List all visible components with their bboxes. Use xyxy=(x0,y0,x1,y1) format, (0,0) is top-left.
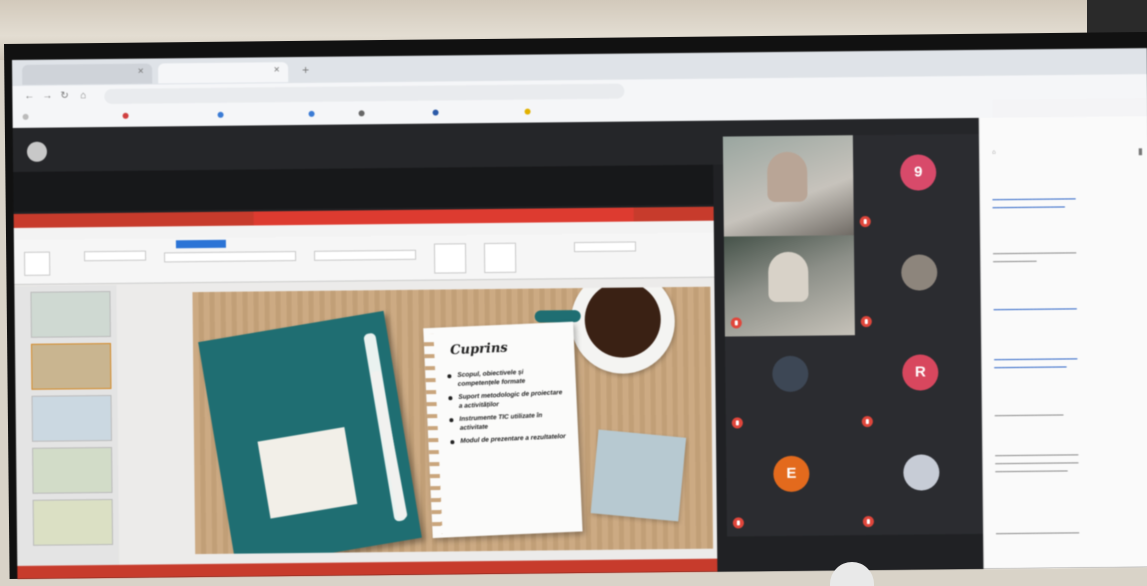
logo-icon xyxy=(26,141,48,162)
contents-item: Modul de prezentare a rezultatelor xyxy=(450,432,568,446)
bookmark-item[interactable] xyxy=(358,110,368,117)
bookmark-item[interactable] xyxy=(524,108,534,116)
chat-link[interactable]: ━━━━━━━━━━━━━━━━━━━━━━━ xyxy=(994,305,1144,315)
participant-tile[interactable] xyxy=(853,233,985,336)
mic-muted-icon xyxy=(731,417,743,429)
mic-muted-icon xyxy=(861,416,873,428)
monitor-screen: ✕ ✕ + ← → ↻ ⌂ Cuprins Scopul, obiectivel… xyxy=(12,48,1147,579)
slide-title: Cuprins xyxy=(449,340,508,359)
ribbon-highlight xyxy=(175,239,226,249)
forward-icon[interactable]: → xyxy=(42,91,52,102)
mic-muted-icon xyxy=(730,317,742,329)
close-icon[interactable]: ✕ xyxy=(273,65,280,74)
slide-thumbnail[interactable] xyxy=(32,498,114,546)
browser-tab[interactable]: ✕ xyxy=(22,63,153,85)
find-button[interactable] xyxy=(573,241,637,253)
chat-text: ━━━━━━━━━━━━━━━━━━━━━━━ xyxy=(995,530,1080,538)
chat-message: ━━━━━━━━━━━━━━━━━━━━━━━ ━━━━━━━━━━━━━━━━━… xyxy=(994,352,1144,373)
chat-panel: ⌂ ▮ ━━━━━━━━━━━━━━━━━━━━━━━ ━━━━━━━━━━━━━… xyxy=(978,116,1147,569)
chat-message: ━━━━━━━━━━━━━━━━━━━ xyxy=(995,408,1145,421)
participant-tile[interactable] xyxy=(724,335,856,437)
mic-muted-icon xyxy=(732,517,744,529)
participant-avatar: R xyxy=(902,354,939,391)
participant-tile[interactable]: R xyxy=(854,333,986,436)
url-field[interactable] xyxy=(104,83,625,105)
chat-message: ━━━━━━━━━━━━━━━━━━━━━━━ ━━━━━━━━━━━━ xyxy=(993,246,1143,267)
folder-label xyxy=(257,426,358,519)
chat-link[interactable]: ━━━━━━━━━━━━━━━━━━━━━━━ ━━━━━━━━━━━━━━━━━… xyxy=(994,355,1144,373)
layout-button[interactable] xyxy=(84,250,147,262)
chat-text: ━━━━━━━━━━━━━━━━━━━ xyxy=(994,413,1064,420)
chat-message: ━━━━━━━━━━━━━━━━━━━━━━━ xyxy=(994,302,1144,315)
bookmark-item[interactable] xyxy=(308,110,318,118)
chat-text: ━━━━━━━━━━━━━━━━━━━━━━━ ━━━━━━━━━━━━ xyxy=(993,250,1077,266)
participant-tile[interactable] xyxy=(722,135,854,237)
new-tab-icon[interactable]: + xyxy=(302,63,309,77)
chat-message: ━━━━━━━━━━━━━━━━━━━━━━━ ━━━━━━━━━━━━━━━━━… xyxy=(995,448,1145,477)
chat-message: ━━━━━━━━━━━━━━━━━━━━━━━ xyxy=(996,526,1146,539)
meet-window: Cuprins Scopul, obiectivele și competenț… xyxy=(12,117,988,579)
paragraph-box[interactable] xyxy=(314,249,417,261)
close-icon[interactable]: ✕ xyxy=(137,67,144,76)
contents-item: Instrumente TIC utilizate în activitate xyxy=(449,410,568,433)
participant-video xyxy=(768,251,809,303)
mic-muted-icon xyxy=(860,316,872,328)
paste-button[interactable] xyxy=(24,251,51,276)
mic-muted-icon xyxy=(859,216,871,228)
participant-avatar xyxy=(901,254,938,291)
notepad-sheet: Cuprins Scopul, obiectivele și competenț… xyxy=(423,321,583,539)
participant-video xyxy=(767,151,808,203)
participant-avatar xyxy=(903,454,940,491)
ppt-status-bar xyxy=(17,558,718,579)
participants-grid: 9 R E xyxy=(713,118,988,572)
chat-link[interactable]: ━━━━━━━━━━━━━━━━━━━━━━━ ━━━━━━━━━━━━━━━━━… xyxy=(992,195,1142,213)
contents-item: Suport metodologic de proiectare a activ… xyxy=(448,388,567,411)
chat-icon[interactable]: ▮ xyxy=(1138,146,1143,157)
back-icon[interactable]: ← xyxy=(24,91,34,102)
participant-tile[interactable] xyxy=(723,235,855,337)
participant-avatar: E xyxy=(773,455,810,493)
ppt-ribbon xyxy=(13,232,715,285)
participant-tile[interactable]: E xyxy=(725,435,858,537)
home-icon[interactable]: ⌂ xyxy=(80,90,86,101)
chat-text: ━━━━━━━━━━━━━━━━━━━━━━━ ━━━━━━━━━━━━━━━━━… xyxy=(995,452,1079,476)
shapes-button[interactable] xyxy=(433,243,467,274)
participant-avatar xyxy=(772,355,809,393)
slide-thumbnail[interactable] xyxy=(32,446,113,494)
contents-item: Scopul, obiectivele și competențele form… xyxy=(447,366,566,389)
shared-presentation: Cuprins Scopul, obiectivele și competenț… xyxy=(13,206,718,579)
spoon xyxy=(534,310,581,323)
participant-tile[interactable]: 9 xyxy=(852,133,984,236)
pin-icon[interactable]: ⌂ xyxy=(992,150,996,156)
contents-list: Scopul, obiectivele și competențele form… xyxy=(447,366,568,450)
bookmark-item[interactable] xyxy=(217,111,227,119)
arrange-button[interactable] xyxy=(483,242,517,274)
slide-canvas: Cuprins Scopul, obiectivele și competenț… xyxy=(192,286,714,555)
slide-thumbnail-selected[interactable] xyxy=(30,342,112,390)
presentation-top-band xyxy=(13,164,714,212)
browser-tab-active[interactable]: ✕ xyxy=(158,62,289,84)
participant-avatar: 9 xyxy=(900,154,937,191)
bookmark-item[interactable] xyxy=(22,113,32,121)
mic-muted-icon xyxy=(862,516,874,528)
slide-thumbnail[interactable] xyxy=(31,394,112,442)
bookmark-item[interactable] xyxy=(122,112,132,120)
reload-icon[interactable]: ↻ xyxy=(60,90,69,101)
font-box[interactable] xyxy=(164,251,297,263)
sticky-note xyxy=(590,429,687,522)
slide-thumbnail-pane xyxy=(14,284,120,571)
slide-thumbnail[interactable] xyxy=(30,290,111,338)
participant-tile[interactable] xyxy=(855,433,988,536)
chat-message: ━━━━━━━━━━━━━━━━━━━━━━━ ━━━━━━━━━━━━━━━━━… xyxy=(992,192,1142,213)
bookmark-item[interactable] xyxy=(432,109,442,117)
